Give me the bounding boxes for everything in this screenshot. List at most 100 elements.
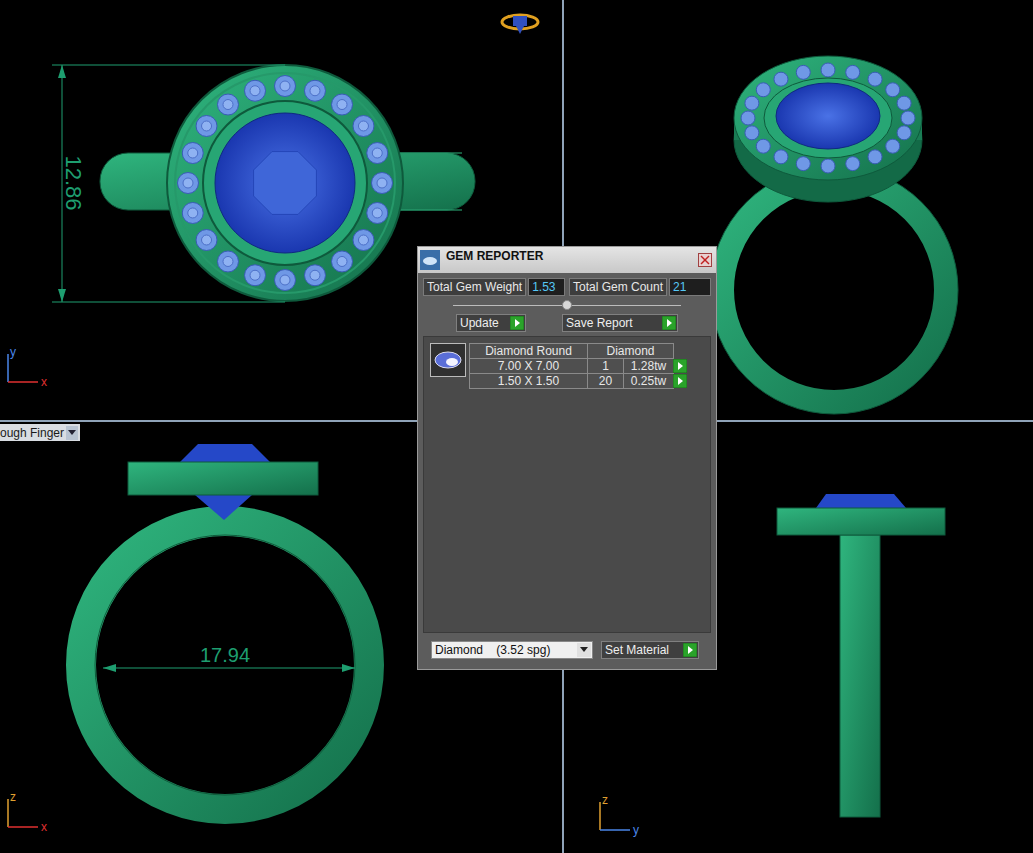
halo-stone (275, 76, 296, 97)
halo-shape (734, 56, 922, 180)
axis-icon: zy (600, 793, 639, 837)
dimension-label: 17.94 (200, 644, 250, 666)
halo-stone (756, 139, 770, 153)
halo-stone (332, 251, 353, 272)
halo-stone (217, 94, 238, 115)
halo-stone (304, 265, 325, 286)
halo-stone (245, 265, 266, 286)
gem-count: 20 (587, 373, 624, 389)
halo-stone (275, 270, 296, 291)
halo-stone (821, 159, 835, 173)
axis-icon: zx (8, 790, 47, 834)
halo-stone (245, 80, 266, 101)
gem-table-panel: Diamond RoundDiamond7.00 X 7.0011.28tw 1.… (423, 336, 711, 633)
halo-stone (897, 126, 911, 140)
action-button[interactable]: Update (456, 314, 526, 332)
gem-count: 1 (587, 358, 624, 374)
halo-stone (868, 150, 882, 164)
gem-weight: 1.28tw (623, 358, 674, 374)
view-menu[interactable]: ough Finger (0, 424, 80, 441)
play-icon[interactable] (673, 359, 687, 373)
shank-shape (722, 178, 946, 402)
gem-icon (430, 343, 466, 377)
dimension-label: 12.86 (61, 155, 86, 210)
column-header: Diamond Round (469, 343, 588, 359)
gem-table: Diamond RoundDiamond7.00 X 7.0011.28tw 1.… (469, 343, 687, 388)
set-material-button[interactable]: Set Material (601, 641, 699, 659)
halo-stone (774, 150, 788, 164)
dialog-title: GEM REPORTER (446, 247, 692, 263)
gem-weight: 0.25tw (623, 373, 674, 389)
halo-stone (745, 96, 759, 110)
splitter[interactable] (453, 300, 681, 310)
action-button[interactable]: Save Report (562, 314, 678, 332)
total-count: Total Gem Count21 (569, 278, 711, 296)
head-shape (128, 462, 318, 495)
logo-icon (502, 15, 538, 34)
halo-stone (353, 230, 374, 251)
shank-shape (81, 521, 369, 809)
halo-stone (821, 63, 835, 77)
dropdown-icon[interactable] (66, 426, 78, 440)
axis-label: y (633, 823, 639, 837)
halo-stone (774, 72, 788, 86)
halo-stone (741, 111, 755, 125)
axis-label: x (41, 820, 47, 834)
play-icon[interactable] (673, 374, 687, 388)
bezel-shape (203, 101, 367, 265)
halo-stone (886, 139, 900, 153)
axis-label: y (10, 345, 16, 359)
dimension-line (103, 668, 355, 669)
axis-label: x (41, 375, 47, 389)
halo-shape (167, 65, 403, 301)
gem-reporter-dialog: GEM REPORTER Total Gem Weight1.53Total Ge… (417, 246, 717, 670)
halo-stone (367, 202, 388, 223)
center-stone (215, 113, 355, 253)
total-weight: Total Gem Weight1.53 (423, 278, 565, 296)
axis-icon: yx (8, 345, 47, 389)
total-count-value: 21 (669, 278, 711, 296)
view-menu-label: ough Finger (0, 426, 64, 440)
halo-stone (868, 72, 882, 86)
halo-stone (182, 143, 203, 164)
halo-stone (796, 65, 810, 79)
total-weight-value: 1.53 (528, 278, 565, 296)
halo-stone (304, 80, 325, 101)
splitter-knob[interactable] (562, 300, 572, 310)
total-weight-label: Total Gem Weight (423, 278, 526, 296)
shank-shape (840, 535, 880, 817)
column-header: Diamond (587, 343, 674, 359)
center-stone (776, 83, 880, 149)
gem-size: 1.50 X 1.50 (469, 373, 588, 389)
halo-stone (756, 83, 770, 97)
halo-stone (367, 143, 388, 164)
dropdown-icon[interactable] (577, 643, 591, 657)
halo-stone (846, 157, 860, 171)
halo-stone (332, 94, 353, 115)
cad-workspace: 12.86yx17.94zxough FingerzyGEM REPORTERT… (0, 0, 1033, 853)
halo-stone (846, 65, 860, 79)
play-icon[interactable] (510, 316, 524, 330)
halo-stone (217, 251, 238, 272)
halo-stone (196, 115, 217, 136)
halo-stone (745, 126, 759, 140)
play-icon[interactable] (683, 643, 697, 657)
halo-stone (353, 115, 374, 136)
halo-stone (886, 83, 900, 97)
axis-label: z (10, 790, 16, 804)
center-stone (816, 494, 906, 508)
gem-size: 7.00 X 7.00 (469, 358, 588, 374)
close-icon[interactable] (698, 253, 712, 267)
play-icon[interactable] (662, 316, 676, 330)
gem-reporter-icon (420, 250, 440, 270)
total-count-label: Total Gem Count (569, 278, 667, 296)
center-stone (180, 444, 270, 462)
halo-stone (901, 111, 915, 125)
title-bar[interactable]: GEM REPORTER (418, 247, 716, 273)
halo-stone (372, 173, 393, 194)
halo-stone (182, 202, 203, 223)
material-select[interactable]: Diamond (3.52 spg) (431, 641, 593, 659)
halo-stone (897, 96, 911, 110)
halo-stone (196, 230, 217, 251)
head-shape (777, 508, 945, 535)
